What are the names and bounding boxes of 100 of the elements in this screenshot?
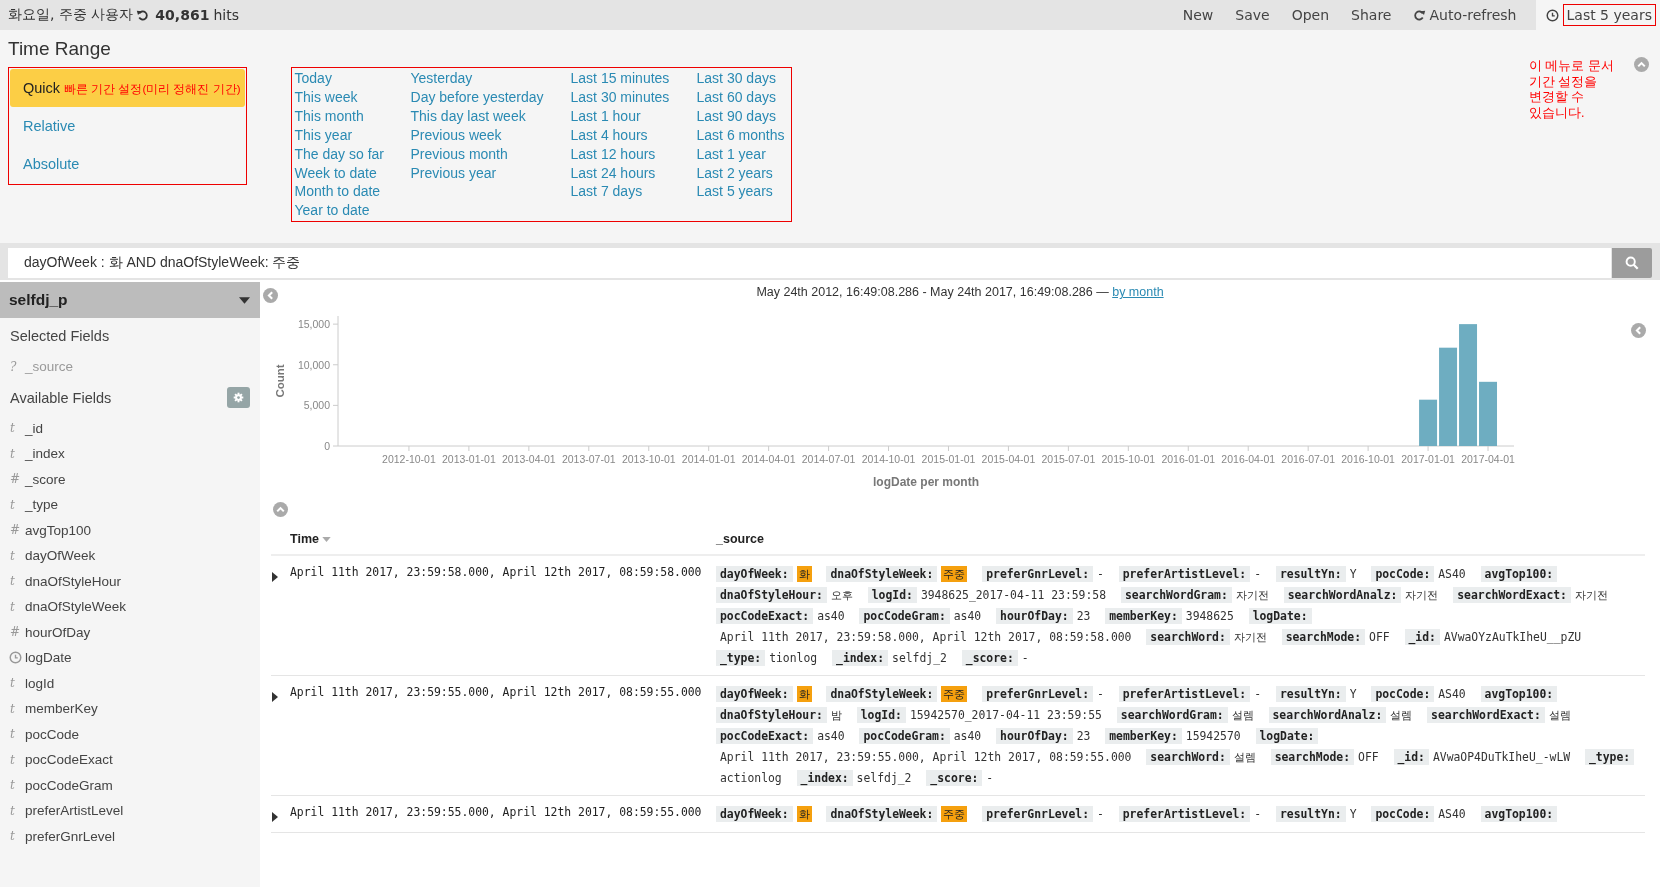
field-type-icon: ? <box>10 359 25 374</box>
quick-range-link[interactable]: Last 2 years <box>696 163 789 183</box>
axis-tick-label: 2015-01-01 <box>921 453 976 465</box>
quick-range-link[interactable]: Last 5 years <box>696 182 789 202</box>
quick-range-link[interactable]: This day last week <box>410 106 571 126</box>
quick-range-link[interactable]: Last 30 minutes <box>570 87 697 107</box>
quick-range-link[interactable]: Last 1 year <box>696 144 789 164</box>
field-name[interactable]: logId <box>25 675 55 691</box>
menu-button[interactable]: Share <box>1340 0 1403 30</box>
axis-tick-label: 2016-07-01 <box>1281 453 1336 465</box>
quick-range-link[interactable]: Last 24 hours <box>570 163 697 183</box>
field-value: 자기전 <box>1234 588 1270 602</box>
quick-range-link[interactable]: This week <box>294 87 411 107</box>
column-header[interactable]: Time <box>290 532 716 546</box>
quick-range-link[interactable]: Year to date <box>294 201 411 221</box>
sort-icon <box>321 536 331 542</box>
field-name[interactable]: _type <box>25 497 59 513</box>
field-name[interactable]: _score <box>25 471 66 487</box>
field-value: as40 <box>952 729 983 743</box>
field-value: 설렘 <box>1232 750 1257 764</box>
mode-tab[interactable]: Relative <box>10 107 245 145</box>
axis-tick-label: 5,000 <box>303 399 330 412</box>
quick-range-link[interactable]: Today <box>294 69 411 88</box>
field-type-icon: t <box>10 497 25 512</box>
field-key: searchWordExact: <box>1427 707 1545 723</box>
field-value: AVwaOP4DuTkIheU_-wLW <box>1431 750 1572 764</box>
quick-range-link[interactable]: This year <box>294 125 411 145</box>
field-name[interactable]: preferGnrLevel <box>25 828 116 844</box>
field-type-icon: # <box>10 523 25 538</box>
field-key: logDate: <box>1255 728 1319 744</box>
quick-range-link[interactable]: Day before yesterday <box>410 87 571 107</box>
field-name[interactable]: memberKey <box>25 701 98 717</box>
axis-tick-label: 10,000 <box>297 358 330 371</box>
menu-button[interactable]: Auto-refresh <box>1402 0 1528 30</box>
field-name[interactable]: dnaOfStyleHour <box>25 573 122 589</box>
menu-button[interactable]: Open <box>1280 0 1341 30</box>
field-name[interactable]: pocCodeExact <box>25 752 113 768</box>
field-name[interactable]: pocCodeGram <box>25 777 113 793</box>
quick-range-link[interactable]: Last 12 hours <box>570 144 697 164</box>
dashboard-title: 화요일, 주중 사용자 <box>8 6 134 24</box>
field-value: 밤 <box>829 708 843 722</box>
mode-tab[interactable]: Absolute <box>10 145 245 183</box>
time-picker-button[interactable]: Last 5 years <box>1535 0 1660 30</box>
field-value: 3948625_2017-04-11 23:59:58 <box>919 588 1108 602</box>
search-field[interactable]: dayOfWeek : 화 AND dnaOfStyleWeek: 주중 <box>8 248 1611 278</box>
field-key: searchWordAnalz: <box>1283 587 1402 603</box>
field-value: 주중 <box>941 566 968 582</box>
annotation-text: 빠른 기간 설정(미리 정해진 기간) <box>64 82 241 97</box>
field-name[interactable]: dayOfWeek <box>25 548 96 564</box>
field-name[interactable]: preferArtistLevel <box>25 803 124 819</box>
quick-range-link[interactable]: Last 7 days <box>570 182 697 202</box>
field-name[interactable]: pocCode <box>25 726 80 742</box>
field-settings-button[interactable] <box>227 387 250 408</box>
field-name[interactable]: logDate <box>25 650 72 666</box>
index-pattern-header[interactable]: selfdj_p <box>0 282 260 318</box>
field-value: Y <box>1348 567 1358 581</box>
column-header[interactable]: _source <box>716 532 1645 546</box>
mode-tab[interactable]: Quick 빠른 기간 설정(미리 정해진 기간) <box>10 69 245 107</box>
section-title: Available Fields <box>10 389 112 406</box>
field-value: - <box>1253 687 1263 701</box>
field-value: 화 <box>796 806 812 822</box>
quick-range-link[interactable]: Previous year <box>410 163 571 183</box>
field-value: 설렘 <box>1389 708 1414 722</box>
field-name[interactable]: _index <box>25 446 65 462</box>
field-value: OFF <box>1368 630 1391 644</box>
field-key: resultYn: <box>1275 686 1346 702</box>
field-name[interactable]: _source <box>25 359 74 375</box>
expand-icon <box>272 572 278 582</box>
quick-range-link[interactable]: Month to date <box>294 182 411 202</box>
field-key: preferGnrLevel: <box>982 686 1094 702</box>
field-key: dnaOfStyleHour: <box>716 587 827 603</box>
quick-range-link[interactable]: Last 30 days <box>696 69 789 88</box>
menu-button[interactable]: New <box>1171 0 1225 30</box>
field-key: memberKey: <box>1105 608 1182 624</box>
quick-range-link[interactable]: Last 90 days <box>696 106 789 126</box>
quick-range-link[interactable]: The day so far <box>294 144 411 164</box>
field-value: 15942570 <box>1184 729 1242 743</box>
field-name[interactable]: hourOfDay <box>25 624 91 640</box>
quick-range-link[interactable]: This month <box>294 106 411 126</box>
quick-range-link[interactable]: Yesterday <box>410 69 571 88</box>
date-type-icon <box>9 651 22 665</box>
field-name[interactable]: avgTop100 <box>25 522 92 538</box>
quick-range-link[interactable]: Last 15 minutes <box>570 69 697 88</box>
menu-button[interactable]: Save <box>1224 0 1281 30</box>
field-type-icon: t <box>10 752 25 767</box>
quick-range-link[interactable]: Last 60 days <box>696 87 789 107</box>
quick-range-link[interactable]: Last 1 hour <box>570 106 697 126</box>
axis-tick-label: 2013-10-01 <box>621 453 676 465</box>
field-name[interactable]: _id <box>25 420 43 436</box>
interval-link[interactable]: by month <box>1112 285 1164 299</box>
quick-range-link[interactable]: Previous week <box>410 125 571 145</box>
quick-range-link[interactable]: Previous month <box>410 144 571 164</box>
quick-range-link[interactable]: Week to date <box>294 163 411 183</box>
field-key: pocCodeGram: <box>859 608 950 624</box>
field-key: _id: <box>1404 629 1440 645</box>
quick-range-link[interactable]: Last 6 months <box>696 125 789 145</box>
quick-range-link[interactable]: Last 4 hours <box>570 125 697 145</box>
field-type-icon: t <box>10 599 25 614</box>
field-name[interactable]: dnaOfStyleWeek <box>25 599 127 615</box>
search-button[interactable] <box>1612 248 1652 278</box>
